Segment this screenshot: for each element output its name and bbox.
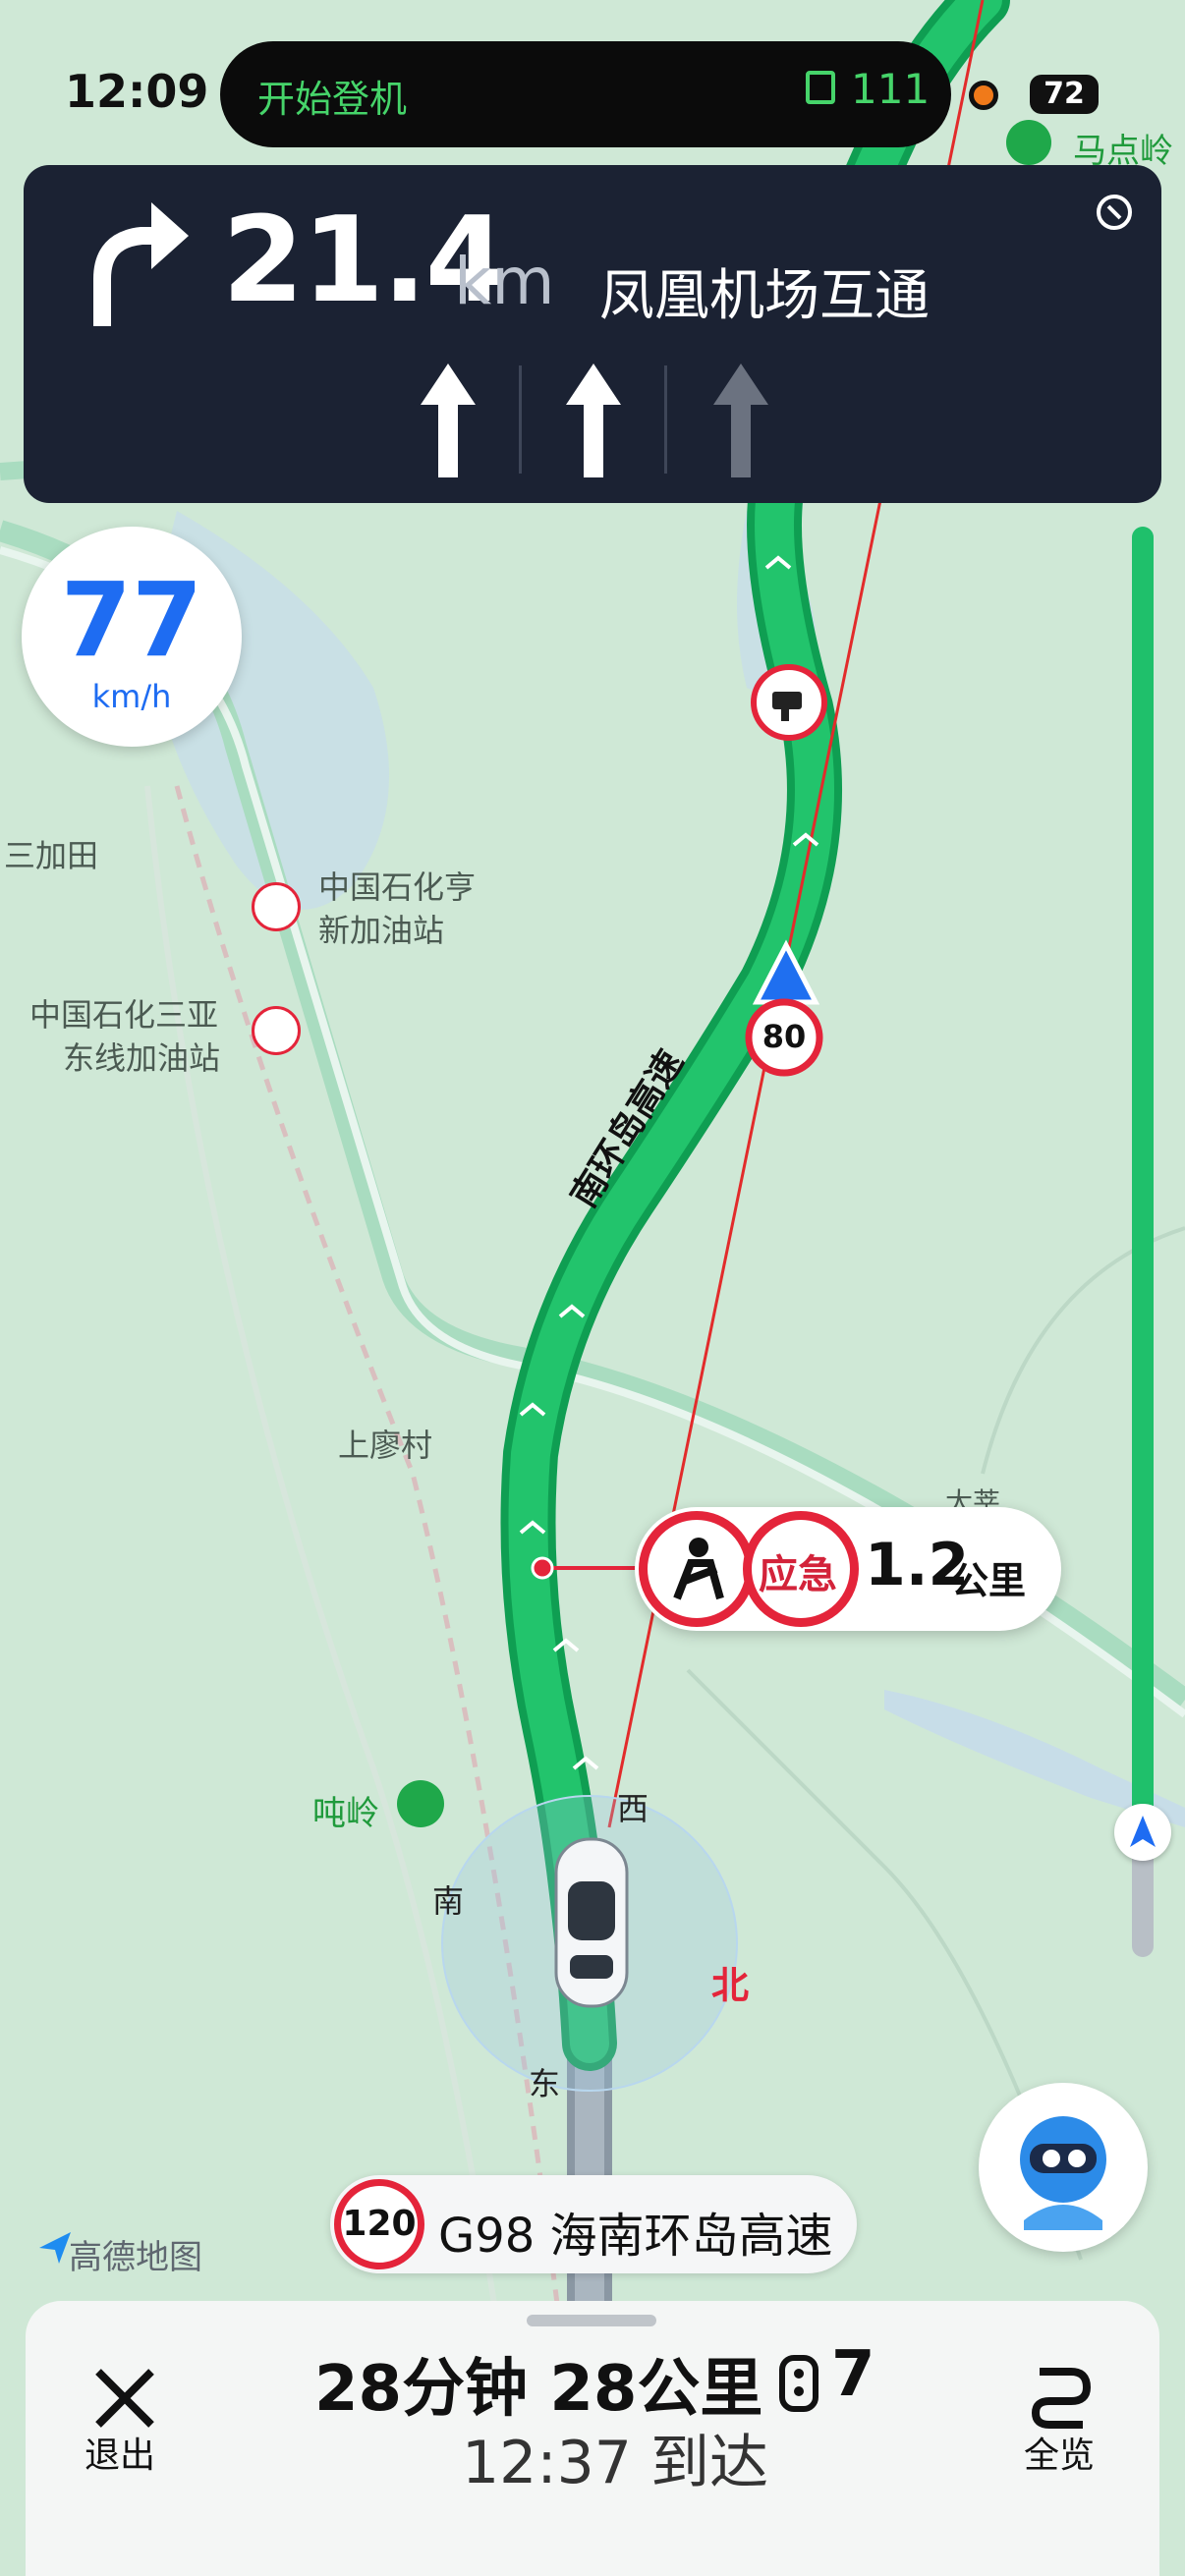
mountain-icon [397,1780,444,1827]
map-label-village: 上廖村 [338,1427,433,1464]
status-time: 12:09 [65,65,209,118]
turn-distance-unit: km [454,244,555,319]
gate-icon [806,71,835,104]
turn-right-icon [93,202,189,326]
current-road-name: G98 海南环岛高速 [438,2209,833,2264]
current-speed-unit: km/h [91,678,172,715]
compass-east: 东 [529,2065,561,2102]
incident-distance-unit: 公里 [951,1559,1027,1602]
map-label-dunling: 吨岭 [312,1794,379,1833]
gas-station-icon [252,1006,301,1055]
compass-south: 南 [432,1882,465,1920]
incident-label: 应急 [759,1552,837,1597]
lane-divider [519,365,522,474]
recording-indicator-icon [969,81,998,110]
lane-straight-icon [421,364,476,477]
map-label-sanjiatian: 三加田 [4,837,99,874]
road-speed-limit: 120 [334,2179,424,2269]
lane-straight-icon [566,364,621,477]
route-progress-fill [1132,527,1154,1823]
mountain-icon [1006,120,1051,165]
seatbelt-icon [639,1511,755,1627]
current-speed-value: 77 [60,560,203,680]
exit-button[interactable]: 退出 [85,2427,155,2478]
route-progress-marker [1114,1804,1171,1861]
lane-straight-inactive-icon [713,364,768,477]
overview-button[interactable]: 全览 [1024,2427,1095,2478]
map-label-gas-station-2b: 东线加油站 [63,1039,221,1077]
battery-indicator: 72 [1030,75,1099,114]
map-speed-limit: 80 [762,1018,807,1055]
compass-west: 西 [617,1790,649,1827]
lane-divider [664,365,667,474]
current-speed-badge: 77 km/h [22,527,242,747]
traffic-light-count: 7 [831,2338,875,2411]
gas-station-icon [252,882,301,931]
boarding-status-text: 开始登机 [257,78,408,121]
map-label-gas-station-2: 中国石化三亚 [29,996,219,1034]
next-road-name: 凤凰机场互通 [599,264,930,328]
overview-route-icon[interactable] [1026,2358,1095,2431]
traffic-light-icon [779,2355,818,2412]
arrival-time: 12:37 到达 [462,2429,768,2497]
mascot-icon [1020,2116,1106,2230]
brand-label: 高德地图 [69,2238,202,2277]
panel-drag-handle[interactable] [527,2315,656,2326]
map-label-gas-station-1: 中国石化亨 [318,868,477,906]
voice-broadcast-icon[interactable] [1091,187,1140,236]
compass-north: 北 [711,1964,750,2007]
voice-assistant-button[interactable] [979,2083,1148,2252]
map-label-gas-station-1b: 新加油站 [318,912,445,949]
close-icon[interactable] [90,2364,159,2433]
gate-number: 111 [851,65,931,113]
